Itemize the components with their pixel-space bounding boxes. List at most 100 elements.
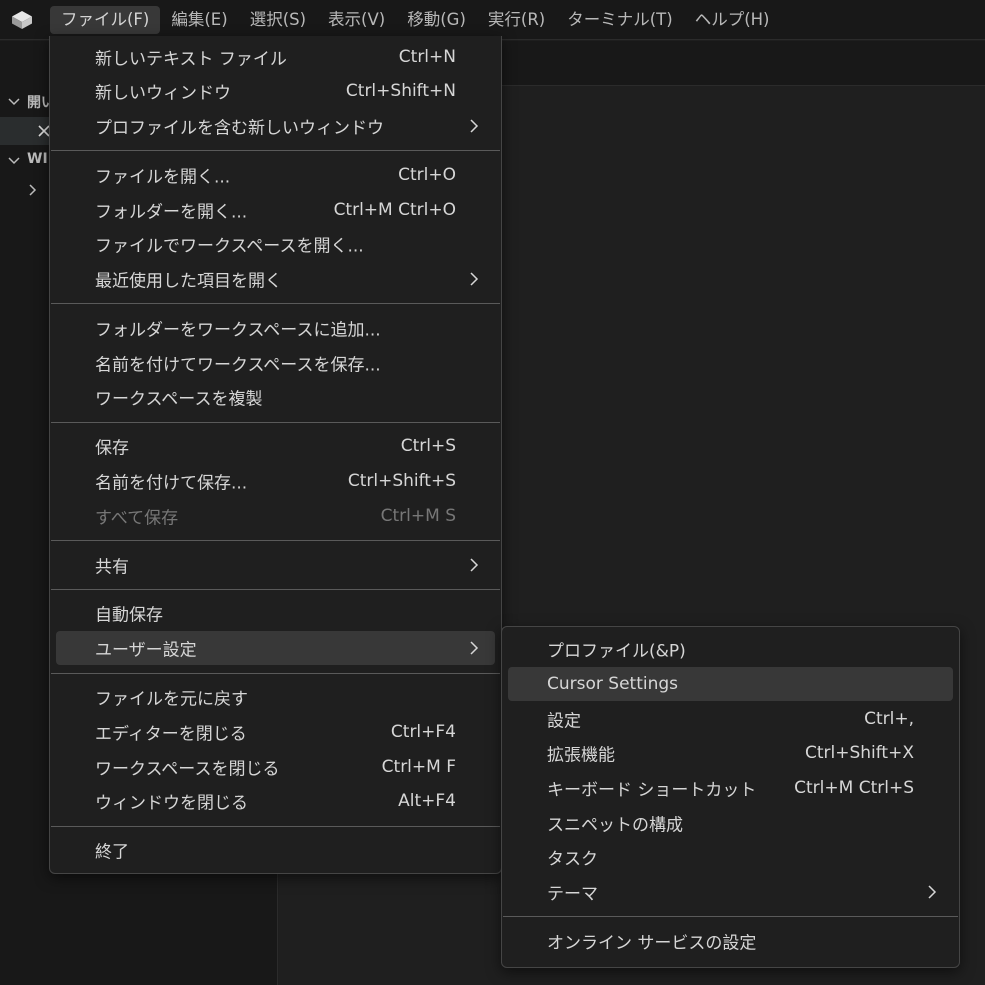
menu-item-shortcut: Ctrl+M F bbox=[381, 757, 456, 777]
menu-item-revert-file[interactable]: ファイルを元に戻す bbox=[56, 680, 495, 714]
menu-item-label: フォルダーをワークスペースに追加... bbox=[95, 320, 381, 341]
menu-item-auto-save[interactable]: 自動保存 bbox=[56, 596, 495, 630]
menu-item-label: テーマ bbox=[547, 884, 598, 905]
menu-selection[interactable]: 選択(S) bbox=[239, 6, 317, 34]
menu-file[interactable]: ファイル(F) bbox=[50, 6, 161, 34]
menu-item-open-recent[interactable]: 最近使用した項目を開く bbox=[56, 262, 495, 296]
menu-item-label: オンライン サービスの設定 bbox=[547, 933, 757, 954]
menu-item-label: タスク bbox=[547, 849, 598, 870]
menu-item-save[interactable]: 保存 Ctrl+S bbox=[56, 429, 495, 463]
preferences-submenu: プロファイル(&P) Cursor Settings 設定 Ctrl+, 拡張機… bbox=[501, 626, 960, 968]
menu-item-settings[interactable]: 設定 Ctrl+, bbox=[508, 702, 953, 736]
chevron-right-icon bbox=[470, 119, 479, 133]
menu-item-label: 名前を付けて保存... bbox=[95, 473, 248, 494]
menu-item-label: 自動保存 bbox=[95, 605, 163, 626]
menu-item-label: ユーザー設定 bbox=[95, 640, 197, 661]
menu-item-shortcut: Ctrl+F4 bbox=[390, 722, 456, 742]
menu-item-shortcut: Ctrl+M Ctrl+S bbox=[794, 778, 914, 798]
menu-item-duplicate-workspace[interactable]: ワークスペースを複製 bbox=[56, 380, 495, 414]
menu-item-label: フォルダーを開く... bbox=[95, 202, 248, 223]
menu-separator bbox=[51, 422, 500, 423]
menu-item-shortcut: Ctrl+M S bbox=[380, 506, 456, 526]
menu-item-label: ワークスペースを複製 bbox=[95, 389, 263, 410]
menu-item-shortcut: Alt+F4 bbox=[398, 791, 456, 811]
menu-item-close-window[interactable]: ウィンドウを閉じる Alt+F4 bbox=[56, 784, 495, 818]
menu-item-new-text-file[interactable]: 新しいテキスト ファイル Ctrl+N bbox=[56, 40, 495, 74]
menu-item-label: Cursor Settings bbox=[547, 674, 679, 694]
menu-item-label: 最近使用した項目を開く bbox=[95, 271, 282, 292]
menu-help[interactable]: ヘルプ(H) bbox=[684, 6, 781, 34]
menu-item-save-workspace-as[interactable]: 名前を付けてワークスペースを保存... bbox=[56, 346, 495, 380]
menu-view[interactable]: 表示(V) bbox=[317, 6, 396, 34]
title-bar: ファイル(F) 編集(E) 選択(S) 表示(V) 移動(G) 実行(R) ター… bbox=[0, 0, 985, 40]
chevron-right-icon bbox=[470, 558, 479, 572]
menu-item-extensions[interactable]: 拡張機能 Ctrl+Shift+X bbox=[508, 736, 953, 770]
menu-item-label: 拡張機能 bbox=[547, 745, 615, 766]
menu-run[interactable]: 実行(R) bbox=[477, 6, 556, 34]
menu-item-shortcut: Ctrl+Shift+S bbox=[347, 471, 456, 491]
menu-item-cursor-settings[interactable]: Cursor Settings bbox=[508, 667, 953, 701]
menu-item-new-window[interactable]: 新しいウィンドウ Ctrl+Shift+N bbox=[56, 74, 495, 108]
menu-item-label: 名前を付けてワークスペースを保存... bbox=[95, 355, 381, 376]
menu-separator bbox=[51, 540, 500, 541]
chevron-down-icon bbox=[8, 98, 20, 106]
menu-separator bbox=[51, 150, 500, 151]
menu-item-open-workspace[interactable]: ファイルでワークスペースを開く... bbox=[56, 227, 495, 261]
menu-item-save-as[interactable]: 名前を付けて保存... Ctrl+Shift+S bbox=[56, 464, 495, 498]
menu-item-add-folder-to-workspace[interactable]: フォルダーをワークスペースに追加... bbox=[56, 311, 495, 345]
menu-item-keyboard-shortcuts[interactable]: キーボード ショートカット Ctrl+M Ctrl+S bbox=[508, 771, 953, 805]
menu-item-label: ワークスペースを閉じる bbox=[95, 759, 280, 780]
menu-item-exit[interactable]: 終了 bbox=[56, 833, 495, 867]
menu-item-label: キーボード ショートカット bbox=[547, 780, 757, 801]
menu-item-share[interactable]: 共有 bbox=[56, 548, 495, 582]
menu-item-label: ファイルを開く... bbox=[95, 167, 231, 188]
menu-item-label: ウィンドウを閉じる bbox=[95, 793, 248, 814]
menu-separator bbox=[51, 826, 500, 827]
menu-item-label: 新しいテキスト ファイル bbox=[95, 49, 287, 70]
menu-item-shortcut: Ctrl+, bbox=[864, 709, 914, 729]
menu-item-label: 新しいウィンドウ bbox=[95, 83, 231, 104]
menu-separator bbox=[51, 589, 500, 590]
menu-item-label: 終了 bbox=[95, 842, 129, 863]
menu-item-shortcut: Ctrl+M Ctrl+O bbox=[333, 200, 456, 220]
chevron-down-icon bbox=[8, 157, 20, 165]
chevron-right-icon bbox=[470, 272, 479, 286]
menu-item-new-window-with-profile[interactable]: プロファイルを含む新しいウィンドウ bbox=[56, 109, 495, 143]
menu-edit[interactable]: 編集(E) bbox=[160, 6, 238, 34]
menu-item-label: プロファイル(&P) bbox=[547, 641, 686, 662]
file-menu: 新しいテキスト ファイル Ctrl+N 新しいウィンドウ Ctrl+Shift+… bbox=[49, 36, 502, 874]
menu-separator bbox=[51, 673, 500, 674]
menu-item-shortcut: Ctrl+S bbox=[400, 436, 456, 456]
menu-item-label: すべて保存 bbox=[95, 508, 179, 529]
menu-item-theme[interactable]: テーマ bbox=[508, 875, 953, 909]
menu-go[interactable]: 移動(G) bbox=[396, 6, 477, 34]
cursor-logo-icon[interactable] bbox=[11, 10, 33, 30]
menu-item-label: プロファイルを含む新しいウィンドウ bbox=[95, 118, 384, 139]
menu-item-label: エディターを閉じる bbox=[95, 724, 247, 745]
menu-item-open-folder[interactable]: フォルダーを開く... Ctrl+M Ctrl+O bbox=[56, 193, 495, 227]
menu-item-tasks[interactable]: タスク bbox=[508, 840, 953, 874]
chevron-right-icon bbox=[928, 885, 937, 899]
menu-item-label: 設定 bbox=[547, 711, 581, 732]
chevron-right-icon bbox=[470, 641, 479, 655]
menu-item-shortcut: Ctrl+N bbox=[398, 47, 456, 67]
menu-item-profiles[interactable]: プロファイル(&P) bbox=[508, 632, 953, 666]
chevron-right-icon bbox=[29, 184, 37, 196]
menu-item-label: 共有 bbox=[95, 557, 129, 578]
menu-separator bbox=[503, 916, 958, 917]
menu-item-shortcut: Ctrl+Shift+X bbox=[804, 743, 914, 763]
menu-item-label: スニペットの構成 bbox=[547, 815, 683, 836]
menu-item-preferences[interactable]: ユーザー設定 bbox=[56, 631, 495, 665]
menu-item-shortcut: Ctrl+O bbox=[398, 165, 456, 185]
menu-item-close-workspace[interactable]: ワークスペースを閉じる Ctrl+M F bbox=[56, 750, 495, 784]
menu-item-label: ファイルでワークスペースを開く... bbox=[95, 236, 364, 257]
menu-terminal[interactable]: ターミナル(T) bbox=[556, 6, 683, 34]
workspace-label: WI bbox=[27, 151, 48, 167]
menu-item-close-editor[interactable]: エディターを閉じる Ctrl+F4 bbox=[56, 715, 495, 749]
menu-separator bbox=[51, 303, 500, 304]
menu-item-configure-snippets[interactable]: スニペットの構成 bbox=[508, 806, 953, 840]
menu-bar: ファイル(F) 編集(E) 選択(S) 表示(V) 移動(G) 実行(R) ター… bbox=[50, 6, 781, 34]
menu-item-open-file[interactable]: ファイルを開く... Ctrl+O bbox=[56, 158, 495, 192]
menu-item-online-services-settings[interactable]: オンライン サービスの設定 bbox=[508, 924, 953, 958]
menu-item-label: ファイルを元に戻す bbox=[95, 689, 248, 710]
